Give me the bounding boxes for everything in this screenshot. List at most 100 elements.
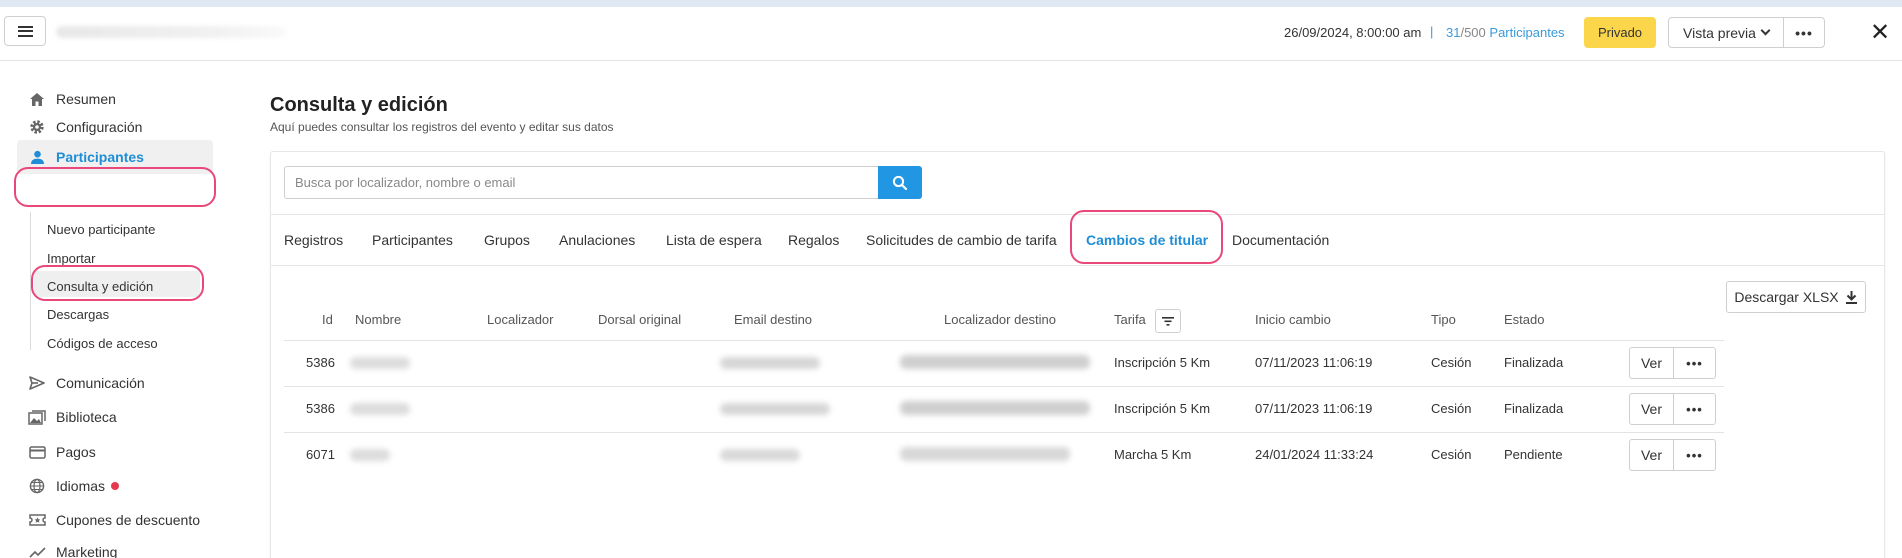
tab-anulaciones[interactable]: Anulaciones <box>559 232 635 248</box>
page-subtitle: Aquí puedes consultar los registros del … <box>270 120 614 134</box>
sidebar-item-cupones[interactable]: Cupones de descuento <box>28 509 200 531</box>
download-label: Descargar XLSX <box>1734 289 1839 305</box>
sidebar-item-pagos[interactable]: Pagos <box>28 441 96 463</box>
cell-nombre-blurred <box>350 403 410 415</box>
column-header-tipo: Tipo <box>1431 312 1456 327</box>
cell-localizador-destino-blurred <box>900 447 1070 461</box>
column-header-email-destino: Email destino <box>734 312 813 327</box>
subitem-nuevo-participante[interactable]: Nuevo participante <box>47 222 155 237</box>
subitem-codigos-acceso[interactable]: Códigos de acceso <box>47 336 158 351</box>
preview-label: Vista previa <box>1683 24 1756 41</box>
row-more-button[interactable]: ••• <box>1673 347 1716 379</box>
close-icon: ✕ <box>1869 19 1891 46</box>
sidebar-item-label: Resumen <box>56 91 116 107</box>
participants-total: /500 <box>1460 25 1486 40</box>
cell-inicio-cambio: 07/11/2023 11:06:19 <box>1255 355 1373 370</box>
row-more-button[interactable]: ••• <box>1673 393 1716 425</box>
cell-email-blurred <box>720 449 800 461</box>
cell-id: 5386 <box>306 355 335 370</box>
tab-solicitudes-cambio-tarifa[interactable]: Solicitudes de cambio de tarifa <box>866 232 1057 248</box>
top-strip <box>0 0 1902 7</box>
home-icon <box>28 90 46 108</box>
menu-button[interactable] <box>4 16 46 46</box>
cell-nombre-blurred <box>350 357 410 369</box>
tab-participantes[interactable]: Participantes <box>372 232 453 248</box>
submenu-guide-line <box>30 212 31 350</box>
column-header-inicio-cambio: Inicio cambio <box>1255 312 1331 327</box>
tab-cambios-titular[interactable]: Cambios de titular <box>1086 232 1208 248</box>
ellipsis-icon: ••• <box>1795 24 1813 41</box>
cell-email-blurred <box>720 403 830 415</box>
trend-icon <box>28 543 46 558</box>
cell-localizador-destino-blurred <box>900 401 1090 415</box>
row-more-button[interactable]: ••• <box>1673 439 1716 471</box>
preview-dropdown[interactable]: Vista previa <box>1668 17 1784 48</box>
tab-grupos[interactable]: Grupos <box>484 232 530 248</box>
column-header-id: Id <box>322 312 333 327</box>
subitem-importar[interactable]: Importar <box>47 251 95 266</box>
search-input[interactable] <box>284 166 878 199</box>
tabs-divider-top <box>270 214 1885 215</box>
view-button[interactable]: Ver <box>1629 439 1674 471</box>
more-options-button[interactable]: ••• <box>1783 17 1825 48</box>
event-name-blurred <box>56 26 286 38</box>
images-icon <box>28 408 46 426</box>
sidebar-item-label: Configuración <box>56 119 143 135</box>
sidebar-item-marketing[interactable]: Marketing <box>28 541 117 558</box>
chevron-down-icon <box>1760 25 1771 36</box>
search-icon <box>892 175 908 190</box>
column-header-tarifa: Tarifa <box>1114 312 1146 327</box>
sidebar-item-label: Pagos <box>56 444 96 460</box>
sidebar-item-label: Comunicación <box>56 375 145 391</box>
sidebar-item-idiomas[interactable]: Idiomas <box>28 475 120 497</box>
subitem-consulta-edicion[interactable]: Consulta y edición <box>47 279 153 294</box>
ellipsis-icon: ••• <box>1686 401 1703 417</box>
view-button[interactable]: Ver <box>1629 347 1674 379</box>
sidebar-item-participantes[interactable]: Participantes <box>28 146 144 168</box>
sidebar-item-biblioteca[interactable]: Biblioteca <box>28 406 117 428</box>
close-button[interactable]: ✕ <box>1868 21 1892 45</box>
participants-count: 31 <box>1446 25 1461 40</box>
globe-icon <box>28 477 46 495</box>
notification-dot <box>111 482 120 490</box>
cell-id: 6071 <box>306 447 335 462</box>
ellipsis-icon: ••• <box>1686 355 1703 371</box>
sidebar-item-configuracion[interactable]: Configuración <box>28 116 142 138</box>
tabs-divider-bottom <box>270 265 1885 266</box>
column-header-dorsal-original: Dorsal original <box>598 312 682 327</box>
subitem-descargas[interactable]: Descargas <box>47 307 109 322</box>
private-button[interactable]: Privado <box>1584 17 1656 48</box>
cell-id: 5386 <box>306 401 335 416</box>
cell-inicio-cambio: 24/01/2024 11:33:24 <box>1255 447 1374 462</box>
sidebar-item-label: Participantes <box>56 149 144 165</box>
table-row-divider <box>284 432 1724 433</box>
column-header-estado: Estado <box>1504 312 1545 327</box>
sidebar-item-resumen[interactable]: Resumen <box>28 88 116 110</box>
tab-regalos[interactable]: Regalos <box>788 232 839 248</box>
sidebar-item-label: Idiomas <box>56 478 106 494</box>
tarifa-filter-button[interactable] <box>1155 309 1181 333</box>
cell-tipo: Cesión <box>1431 401 1472 416</box>
filter-icon <box>1162 316 1174 326</box>
view-button[interactable]: Ver <box>1629 393 1674 425</box>
table-row-divider <box>284 340 1724 341</box>
cell-nombre-blurred <box>350 449 390 461</box>
tab-registros[interactable]: Registros <box>284 232 343 248</box>
cell-tarifa: Marcha 5 Km <box>1114 447 1192 462</box>
cell-estado: Finalizada <box>1504 401 1564 416</box>
participants-counter[interactable]: 31/500 Participantes <box>1446 25 1565 40</box>
event-date: 26/09/2024, 8:00:00 am <box>1284 25 1422 40</box>
cell-tipo: Cesión <box>1431 355 1472 370</box>
search-button[interactable] <box>878 166 922 199</box>
tab-documentacion[interactable]: Documentación <box>1232 232 1329 248</box>
download-xlsx-button[interactable]: Descargar XLSX <box>1726 281 1866 313</box>
tab-lista-espera[interactable]: Lista de espera <box>666 232 762 248</box>
hamburger-icon <box>17 25 33 37</box>
sidebar-item-comunicacion[interactable]: Comunicación <box>28 372 145 394</box>
participants-link[interactable]: Participantes <box>1489 25 1564 40</box>
cell-tipo: Cesión <box>1431 447 1472 462</box>
column-header-nombre: Nombre <box>355 312 402 327</box>
card-icon <box>28 443 46 461</box>
send-icon <box>28 374 46 392</box>
sidebar-item-label: Biblioteca <box>56 409 117 425</box>
